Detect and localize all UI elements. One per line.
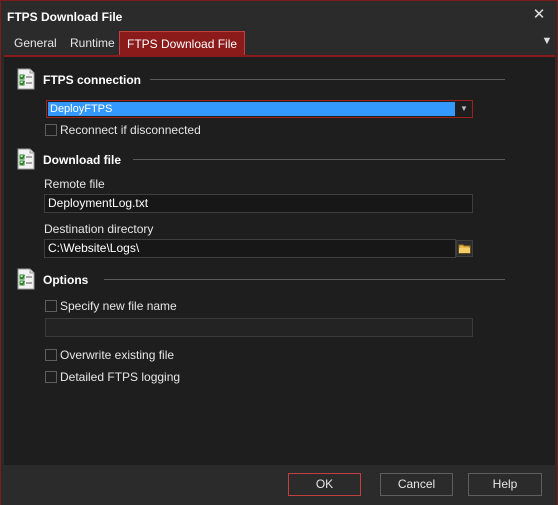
section-title: FTPS connection: [43, 73, 142, 87]
overwrite-existing-file-checkbox[interactable]: [45, 349, 57, 361]
remote-file-label: Remote file: [44, 177, 105, 191]
section-divider: [104, 279, 505, 280]
folder-icon: [458, 244, 471, 254]
section-options: Options: [4, 268, 555, 292]
tab-ftps-download-file[interactable]: FTPS Download File: [119, 31, 246, 55]
title-bar: FTPS Download File ✕: [1, 1, 557, 31]
specify-new-file-name-checkbox[interactable]: [45, 300, 57, 312]
tab-runtime[interactable]: Runtime: [63, 31, 122, 55]
checklist-icon: [17, 268, 35, 290]
tab-general[interactable]: General: [7, 31, 64, 55]
detailed-logging-checkbox[interactable]: [45, 371, 57, 383]
new-file-name-input[interactable]: [45, 318, 473, 337]
help-button[interactable]: Help: [468, 473, 542, 496]
checklist-icon: [17, 148, 35, 170]
section-title: Options: [43, 273, 89, 287]
connection-selected-value: DeployFTPS: [48, 102, 455, 116]
section-ftps-connection: FTPS connection: [4, 68, 555, 92]
specify-new-file-name-label: Specify new file name: [60, 299, 177, 313]
ok-button[interactable]: OK: [288, 473, 361, 496]
dialog-window: FTPS Download File ✕ General Runtime FTP…: [0, 0, 558, 505]
tab-bar: General Runtime FTPS Download File ▼: [3, 31, 556, 55]
section-divider: [150, 79, 505, 80]
content-panel: FTPS connection DeployFTPS ▼ Reconnect i…: [4, 55, 555, 465]
section-divider: [133, 159, 505, 160]
dialog-footer: OK Cancel Help: [1, 465, 557, 505]
destination-directory-input[interactable]: C:\Website\Logs\: [44, 239, 456, 258]
chevron-down-icon[interactable]: ▼: [457, 102, 471, 116]
remote-file-input[interactable]: DeploymentLog.txt: [44, 194, 473, 213]
cancel-button[interactable]: Cancel: [380, 473, 453, 496]
connection-dropdown[interactable]: DeployFTPS ▼: [46, 100, 473, 118]
reconnect-checkbox[interactable]: [45, 124, 57, 136]
detailed-logging-label: Detailed FTPS logging: [60, 370, 181, 384]
reconnect-label: Reconnect if disconnected: [60, 123, 201, 137]
overwrite-existing-file-label: Overwrite existing file: [60, 348, 175, 362]
window-title: FTPS Download File: [7, 10, 123, 24]
section-download-file: Download file: [4, 148, 555, 172]
checklist-icon: [17, 68, 35, 90]
destination-directory-label: Destination directory: [44, 222, 154, 236]
browse-button[interactable]: [456, 240, 473, 257]
close-icon[interactable]: ✕: [531, 7, 547, 23]
menu-arrow-icon[interactable]: ▼: [540, 35, 554, 51]
section-title: Download file: [43, 153, 121, 167]
